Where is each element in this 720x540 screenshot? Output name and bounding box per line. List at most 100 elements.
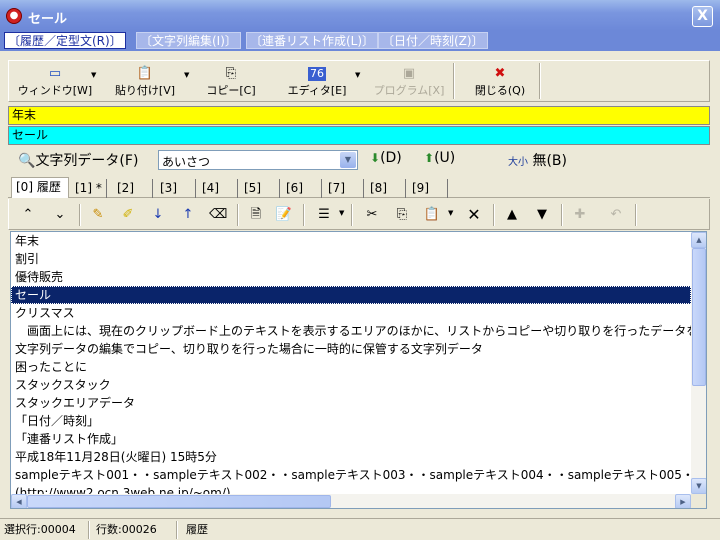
copy-button[interactable]: ⎘ コピー[C] (201, 61, 261, 101)
list-item[interactable]: スタックスタック (11, 376, 691, 394)
index-tab-2[interactable]: [2] (113, 179, 153, 198)
index-tabs: [0] 履歴 [1] * [2] [3] [4] [5] [6] [7] [8]… (8, 177, 710, 198)
search-icon: 🔍 (18, 153, 36, 169)
list-item[interactable]: 平成18年11月28日(火曜日) 15時5分 (11, 448, 691, 466)
close-button[interactable]: ✖ 閉じる(Q) (463, 61, 537, 101)
toolbar-separator (237, 204, 239, 226)
arrow-down-icon[interactable]: ↓ (149, 206, 167, 224)
index-tab-8[interactable]: [8] (366, 179, 406, 198)
status-separator (88, 521, 90, 539)
app-icon: ● (6, 8, 22, 24)
list-item[interactable]: sampleテキスト001・・sampleテキスト002・・sampleテキスト… (11, 466, 691, 484)
index-tab-0[interactable]: [0] 履歴 (11, 177, 69, 198)
search-value: あいさつ (162, 155, 211, 169)
vertical-scrollbar[interactable]: ▲ ▼ (691, 232, 706, 494)
delete-icon[interactable]: ✕ (465, 206, 483, 224)
tab-date-time[interactable]: 〔日付／時刻(Z)〕 (378, 32, 488, 49)
editor-icon: 76 (308, 67, 326, 81)
window-dropdown-arrow[interactable]: ▼ (91, 71, 96, 79)
editor-dropdown-arrow[interactable]: ▼ (355, 71, 360, 79)
index-tab-6[interactable]: [6] (282, 179, 322, 198)
status-separator (176, 521, 178, 539)
search-down-button[interactable]: ⬇(D) (370, 150, 402, 166)
history-list[interactable]: 年末 割引 優待販売 セール クリスマス 画面上には、現在のクリップボード上のテキストを… (10, 231, 707, 509)
list-item[interactable]: 困ったことに (11, 358, 691, 376)
window-button[interactable]: ▭ ウィンドウ[W] (13, 61, 97, 101)
list-item[interactable]: 文字列データの編集でコピー、切り取りを行った場合に一時的に保管する文字列データ (11, 340, 691, 358)
highlighter-icon[interactable]: ✐ (119, 206, 137, 224)
search-down-label: (D) (380, 150, 402, 166)
toolbar-separator (351, 204, 353, 226)
close-icon: ✖ (494, 66, 506, 81)
program-button[interactable]: ▣ プログラム[X] (371, 61, 447, 101)
move-down-icon[interactable]: ⌄ (51, 206, 69, 224)
list-dropdown-arrow[interactable]: ▼ (339, 209, 344, 217)
triangle-up-icon[interactable]: ▲ (503, 206, 521, 224)
status-mode: 履歴 (186, 523, 208, 536)
window-icon: ▭ (48, 66, 62, 81)
list-item[interactable]: (http://www2.ocn.3web.ne.jp/~om/) (11, 484, 691, 494)
list-item[interactable]: 「連番リスト作成」 (11, 430, 691, 448)
copy-icon[interactable]: ⎘ (393, 206, 411, 224)
case-toggle-button[interactable]: 大小 無(B) (508, 150, 567, 170)
paste-button-label: 貼り付け[V] (114, 84, 176, 97)
index-tab-3[interactable]: [3] (156, 179, 196, 198)
triangle-down-icon[interactable]: ▼ (533, 206, 551, 224)
search-input[interactable]: あいさつ ▼ (158, 150, 358, 170)
paste-dropdown-arrow[interactable]: ▼ (184, 71, 189, 79)
scroll-down-button[interactable]: ▼ (691, 478, 706, 494)
index-tab-4[interactable]: [4] (198, 179, 238, 198)
arrow-up-icon: ⬆ (424, 151, 435, 165)
window-close-button[interactable]: X (692, 6, 713, 27)
horizontal-scroll-thumb[interactable] (27, 495, 331, 508)
index-tab-9[interactable]: [9] (408, 179, 448, 198)
search-up-button[interactable]: ⬆(U) (424, 150, 455, 166)
scroll-up-button[interactable]: ▲ (691, 232, 706, 248)
list-item[interactable]: スタックエリアデータ (11, 394, 691, 412)
tab-history[interactable]: 〔履歴／定型文(R)〕 (4, 32, 126, 49)
edit-document-icon[interactable]: 📝 (275, 206, 293, 224)
paste-icon[interactable]: 📋 (423, 206, 441, 224)
vertical-scroll-thumb[interactable] (692, 248, 706, 386)
clipboard-text-row: 年末 (8, 106, 710, 125)
editor-button[interactable]: 76 エディタ[E] (284, 61, 350, 101)
paste-button[interactable]: 📋 貼り付け[V] (109, 61, 181, 101)
clipboard-icon: 📋 (136, 66, 154, 81)
pencil-icon[interactable]: ✎ (89, 206, 107, 224)
program-button-label: プログラム[X] (373, 84, 445, 97)
chevron-down-icon[interactable]: ▼ (340, 152, 356, 168)
list-item[interactable]: 「日付／時刻」 (11, 412, 691, 430)
list-icon[interactable]: ☰ (315, 206, 333, 224)
scroll-left-button[interactable]: ◀ (11, 494, 27, 508)
toolbar-separator (561, 204, 563, 226)
scrollbar-corner (691, 494, 706, 508)
list-item[interactable]: セール (11, 286, 691, 304)
index-tab-7[interactable]: [7] (324, 179, 364, 198)
search-up-label: (U) (434, 150, 456, 166)
tab-text-edit[interactable]: 〔文字列編集(I)〕 (136, 32, 241, 49)
list-item[interactable]: 画面上には、現在のクリップボード上のテキストを表示するエリアのほかに、リストから… (11, 322, 691, 340)
index-tab-1[interactable]: [1] * (71, 179, 107, 198)
list-item[interactable]: クリスマス (11, 304, 691, 322)
undo-icon[interactable]: ↶ (607, 206, 625, 224)
index-tab-5[interactable]: [5] (240, 179, 280, 198)
list-item[interactable]: 優待販売 (11, 268, 691, 286)
mode-tabs: 〔履歴／定型文(R)〕 〔文字列編集(I)〕 〔連番リスト作成(L)〕 〔日付／… (0, 31, 720, 51)
tab-sequence-list[interactable]: 〔連番リスト作成(L)〕 (246, 32, 379, 49)
search-label[interactable]: 🔍文字列データ(F) (18, 150, 138, 170)
document-icon[interactable]: 🗎 (247, 206, 265, 224)
arrow-up-icon[interactable]: ↑ (179, 206, 197, 224)
scroll-right-button[interactable]: ▶ (675, 494, 691, 508)
cut-icon[interactable]: ✂ (363, 206, 381, 224)
toolbar-separator (635, 204, 637, 226)
search-label-text: 文字列データ(F) (35, 153, 139, 169)
eraser-icon[interactable]: ⌫ (209, 206, 227, 224)
main-window: ● セール X 〔履歴／定型文(R)〕 〔文字列編集(I)〕 〔連番リスト作成(… (0, 0, 720, 540)
plus-icon[interactable]: ✚ (571, 206, 589, 224)
move-up-icon[interactable]: ⌃ (19, 206, 37, 224)
horizontal-scrollbar[interactable]: ◀ ▶ (11, 494, 691, 508)
list-item[interactable]: 割引 (11, 250, 691, 268)
copy-button-label: コピー[C] (206, 84, 256, 97)
list-item[interactable]: 年末 (11, 232, 691, 250)
paste-dropdown-arrow[interactable]: ▼ (448, 209, 453, 217)
